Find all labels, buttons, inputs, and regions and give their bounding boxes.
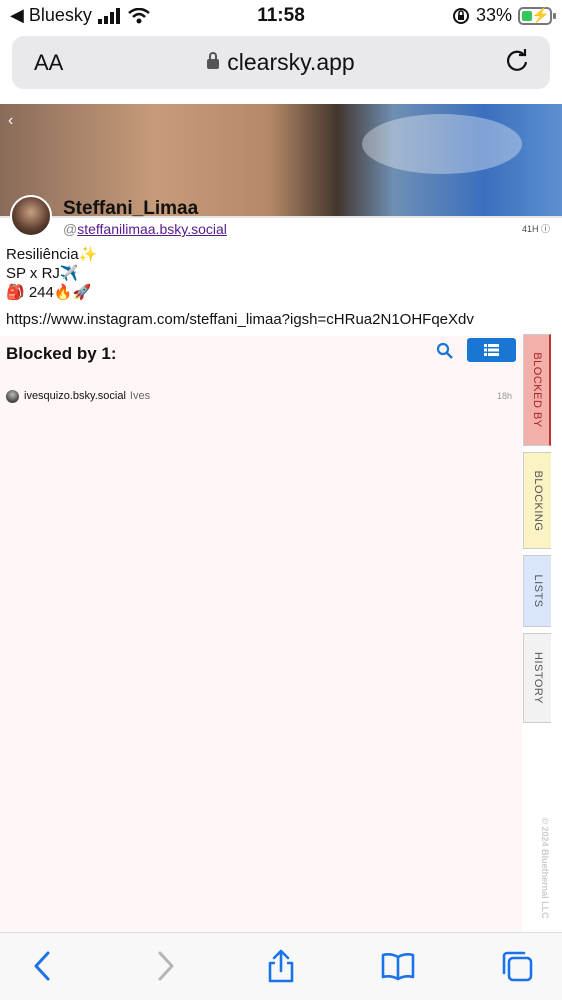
row-handle[interactable]: ivesquizo.bsky.social: [24, 390, 126, 402]
tab-history[interactable]: HISTORY: [523, 633, 551, 723]
url-text: clearsky.app: [227, 49, 355, 75]
bio-line: Resiliência✨: [6, 246, 98, 263]
search-icon[interactable]: [436, 342, 454, 360]
status-right: 33% ⚡: [452, 5, 556, 26]
blocked-by-panel: Blocked by 1: ivesquizo.bsky.social Ives…: [0, 336, 522, 932]
profile-bio: Resiliência✨ SP x RJ✈️ 🎒 244🔥🚀: [6, 245, 97, 302]
avatar: [10, 195, 52, 237]
tab-blocked-by[interactable]: BLOCKED BY: [523, 334, 551, 446]
copyright: © 2024 Bluethernal LLC: [540, 817, 550, 919]
list-view-button[interactable]: [467, 338, 516, 362]
tab-lists[interactable]: LISTS: [523, 555, 551, 627]
display-name: Steffani_Limaa: [63, 198, 199, 219]
battery-icon: ⚡: [518, 6, 556, 25]
bookmarks-icon[interactable]: [381, 949, 415, 983]
battery-percent: 33%: [475, 5, 512, 25]
lock-icon: [207, 52, 220, 69]
tabs-icon[interactable]: [500, 949, 534, 983]
back-icon[interactable]: [26, 949, 60, 983]
forward-icon[interactable]: [148, 949, 182, 983]
profile-handle: @steffanilimaa.bsky.social: [63, 221, 227, 237]
list-item[interactable]: ivesquizo.bsky.social Ives 18h: [6, 387, 516, 405]
bio-line: SP x RJ✈️: [6, 265, 79, 282]
avatar: [6, 389, 19, 403]
browser-toolbar: [0, 932, 562, 1000]
url-field[interactable]: clearsky.app: [12, 49, 550, 76]
panel-title: Blocked by 1:: [6, 344, 117, 363]
reload-icon[interactable]: [504, 48, 530, 74]
row-time: 18h: [496, 391, 512, 401]
chevron-left-icon[interactable]: ‹: [8, 112, 13, 130]
bio-line: 🎒 244🔥🚀: [6, 284, 92, 301]
orientation-lock-icon: [452, 7, 469, 24]
list-icon: [484, 344, 499, 356]
info-icon[interactable]: ⓘ: [541, 224, 550, 234]
handle-link[interactable]: steffanilimaa.bsky.social: [77, 221, 227, 237]
tab-blocking[interactable]: BLOCKING: [523, 452, 551, 549]
address-bar[interactable]: AA clearsky.app: [12, 36, 550, 89]
status-bar: ◀ Bluesky 11:58 33% ⚡: [0, 0, 562, 34]
profile-timestamp: 41H ⓘ: [521, 224, 550, 234]
row-name: Ives: [129, 390, 151, 402]
bio-link[interactable]: https://www.instagram.com/steffani_limaa…: [6, 311, 474, 328]
share-icon[interactable]: [264, 949, 298, 983]
